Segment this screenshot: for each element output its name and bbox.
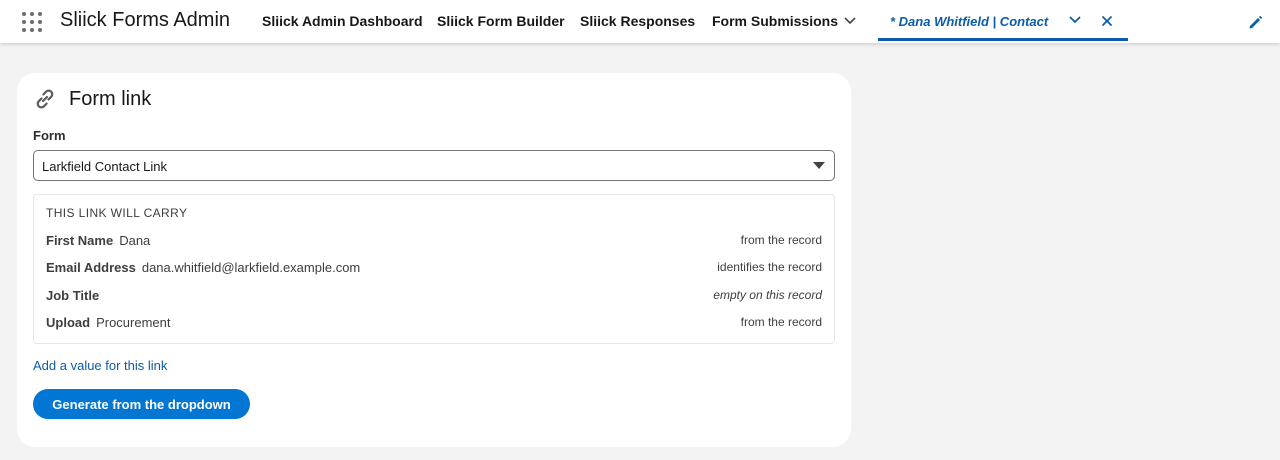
form-select-value: Larkfield Contact Link	[42, 159, 168, 174]
link-field-row: Job Title empty on this record	[46, 287, 822, 305]
nav-item-responses[interactable]: Sliick Responses	[580, 13, 695, 29]
global-header: Sliick Forms Admin Sliick Admin Dashboar…	[0, 0, 1280, 43]
close-icon[interactable]	[1101, 15, 1113, 27]
caret-down-icon	[813, 162, 825, 169]
field-label: Job Title	[46, 288, 100, 303]
tab-chevron-down-icon[interactable]	[1068, 15, 1082, 25]
field-source-note: from the record	[740, 233, 822, 247]
card-title: Form link	[69, 88, 152, 110]
form-link-card: Form link Form Larkfield Contact Link TH…	[17, 73, 851, 447]
field-label: Upload	[46, 315, 91, 330]
link-field-row: Email Address dana.whitfield@larkfield.ex…	[46, 259, 822, 277]
link-fields-heading: THIS LINK WILL CARRY	[46, 206, 188, 220]
field-value: Dana	[119, 233, 151, 248]
nav-item-form-submissions[interactable]: Form Submissions	[712, 13, 838, 29]
tab-dana-whitfield-contact[interactable]: * Dana Whitfield | Contact	[878, 0, 1128, 41]
field-value: dana.whitfield@larkfield.example.com	[141, 260, 361, 275]
link-field-row: Upload Procurement from the record	[46, 314, 822, 332]
field-label: First Name	[46, 233, 114, 248]
app-launcher-icon[interactable]	[22, 12, 42, 32]
generate-button[interactable]: Generate from the dropdown	[33, 389, 250, 419]
link-fields-panel: THIS LINK WILL CARRY First Name Dana from…	[33, 194, 835, 344]
link-icon	[36, 89, 54, 109]
nav-item-form-builder[interactable]: Sliick Form Builder	[437, 13, 565, 29]
field-source-note: from the record	[740, 315, 822, 329]
field-value: Procurement	[96, 315, 171, 330]
chevron-down-icon[interactable]	[843, 16, 857, 26]
nav-item-admin-dashboard[interactable]: Sliick Admin Dashboard	[262, 13, 423, 29]
app-name: Sliick Forms Admin	[60, 9, 231, 31]
field-source-note: empty on this record	[713, 288, 822, 302]
form-field-label: Form	[33, 128, 66, 143]
field-source-note: identifies the record	[717, 260, 822, 274]
add-value-link[interactable]: Add a value for this link	[33, 358, 167, 373]
edit-pencil-icon[interactable]	[1248, 15, 1263, 30]
link-field-row: First Name Dana from the record	[46, 232, 822, 250]
tab-label[interactable]: * Dana Whitfield | Contact	[890, 14, 1048, 29]
field-label: Email Address	[46, 260, 136, 275]
form-select[interactable]: Larkfield Contact Link	[33, 150, 835, 181]
